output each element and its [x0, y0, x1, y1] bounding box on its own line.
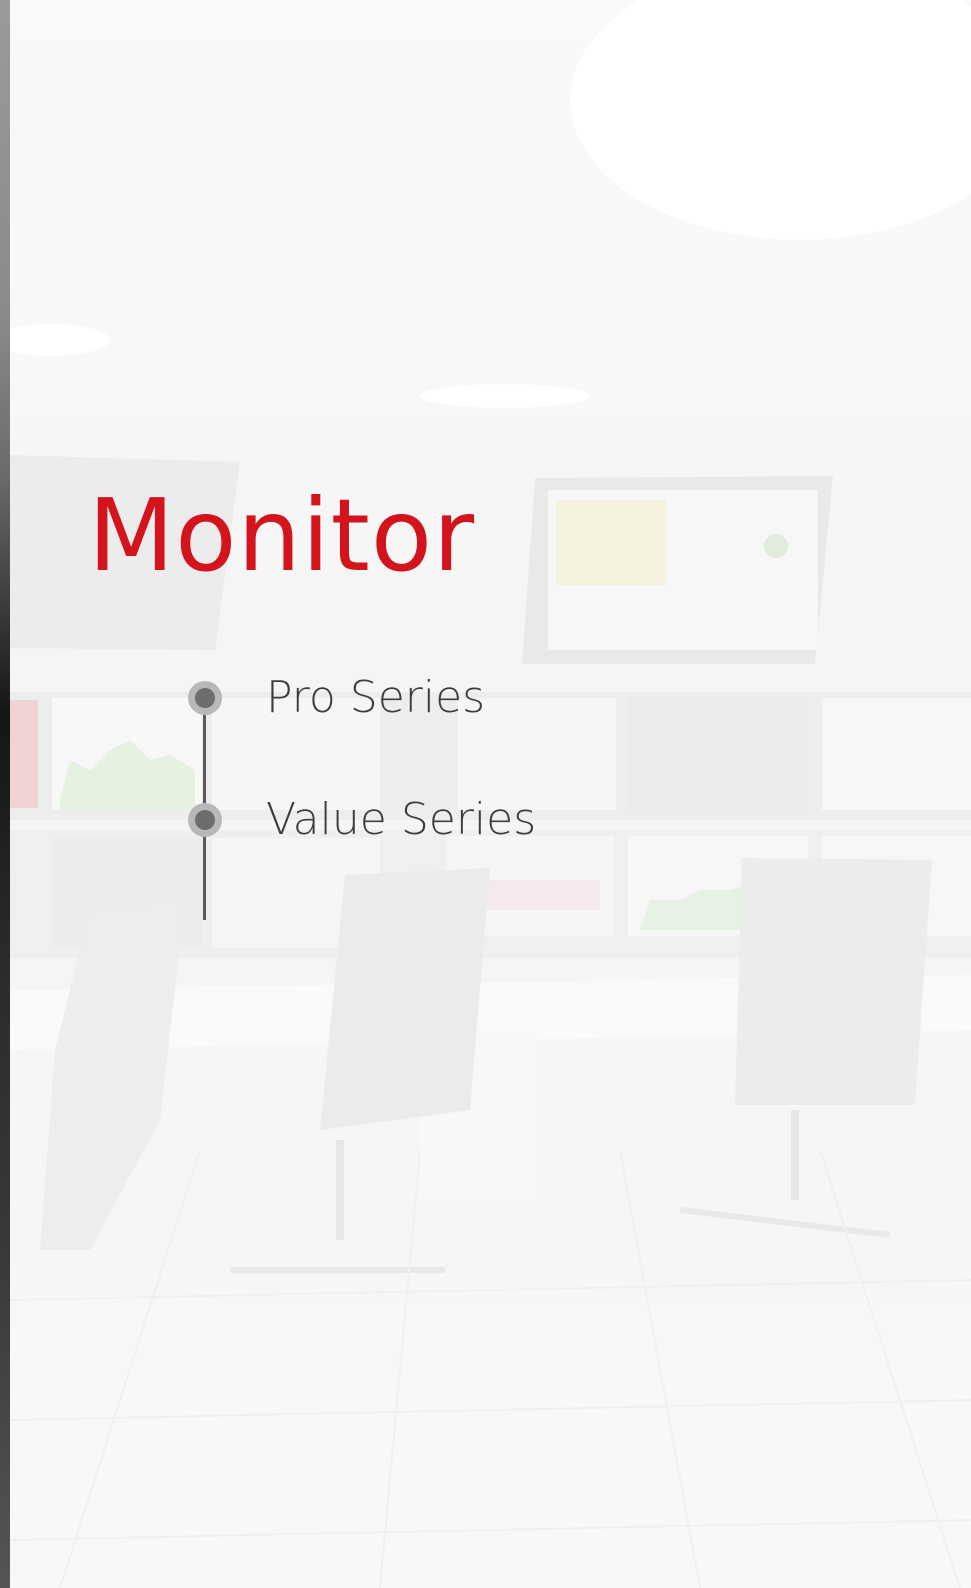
series-timeline: Pro Series Value Series: [188, 672, 588, 932]
timeline-dot-icon: [188, 680, 222, 715]
series-label-value[interactable]: Value Series: [266, 794, 536, 845]
series-label-pro[interactable]: Pro Series: [266, 672, 485, 723]
left-edge-strip: [0, 0, 10, 1588]
page-title: Monitor: [88, 477, 476, 594]
series-item-pro[interactable]: Pro Series: [188, 672, 485, 723]
timeline-dot-icon: [188, 802, 222, 837]
series-item-value[interactable]: Value Series: [188, 794, 536, 845]
page: Monitor Pro Series Value Series: [0, 0, 971, 1588]
